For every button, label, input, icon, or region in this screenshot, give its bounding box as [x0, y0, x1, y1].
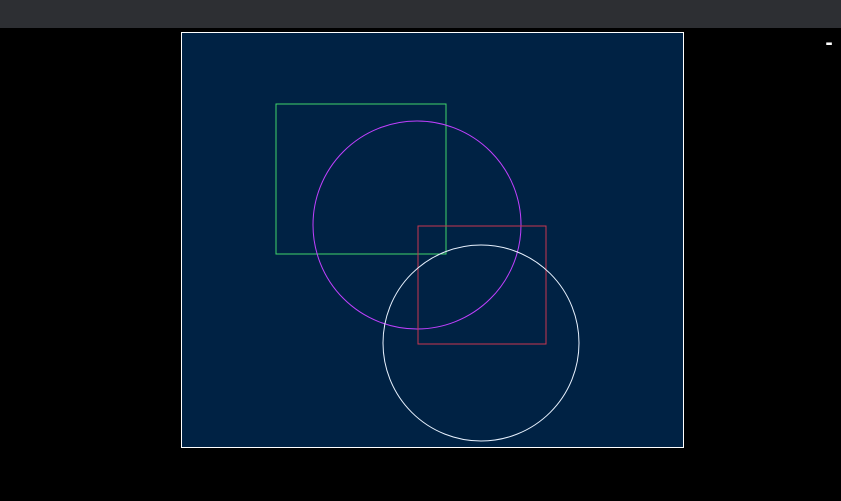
minimize-icon[interactable]: -	[822, 34, 836, 54]
drawing-canvas[interactable]	[182, 33, 683, 447]
canvas-background	[182, 33, 683, 447]
window-title-bar	[0, 0, 841, 28]
drawing-canvas-frame	[181, 32, 684, 448]
